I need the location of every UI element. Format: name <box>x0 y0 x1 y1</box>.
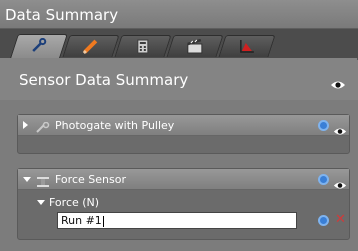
window-title: Data Summary <box>0 0 358 28</box>
page-title: Sensor Data Summary <box>19 71 189 89</box>
tab-graph[interactable] <box>218 35 276 57</box>
force-sensor-icon <box>36 173 50 192</box>
eye-icon[interactable] <box>330 75 346 89</box>
measurement-row-force[interactable]: Force (N) <box>18 194 349 212</box>
expand-arrow-icon[interactable] <box>23 121 28 129</box>
sensor-header-photogate[interactable]: Photogate with Pulley <box>18 115 349 136</box>
graph-icon <box>238 39 256 54</box>
sensor-label: Photogate with Pulley <box>55 119 175 132</box>
sensor-panel-force: Force Sensor Force (N) <box>17 168 350 240</box>
run-name-value: Run #1 <box>61 214 102 227</box>
data-summary-window: Data Summary Sensor Data Summary Photoga… <box>0 0 358 251</box>
delete-icon[interactable]: ✕ <box>335 212 346 227</box>
sensor-summary-header: Sensor Data Summary <box>0 60 358 100</box>
tab-bar <box>0 28 358 58</box>
sensor-panel-photogate: Photogate with Pulley <box>17 114 350 154</box>
wrench-icon <box>30 37 48 53</box>
collapse-arrow-icon[interactable] <box>37 200 45 205</box>
eye-icon[interactable] <box>333 175 349 189</box>
tab-clapperboard[interactable] <box>166 35 224 57</box>
eye-icon[interactable] <box>333 121 349 135</box>
gear-icon[interactable] <box>318 174 329 185</box>
tab-calculator[interactable] <box>114 35 172 57</box>
photogate-icon <box>35 119 51 138</box>
measurement-label: Force (N) <box>49 196 100 209</box>
gear-icon[interactable] <box>318 215 329 226</box>
run-name-input[interactable]: Run #1 <box>57 212 297 229</box>
gear-icon[interactable] <box>318 120 329 131</box>
sensor-label: Force Sensor <box>55 173 126 186</box>
sensor-header-force[interactable]: Force Sensor <box>18 169 349 190</box>
clapperboard-icon <box>186 38 204 54</box>
pencil-icon <box>82 39 100 55</box>
tab-pencil[interactable] <box>62 35 120 57</box>
text-cursor <box>102 215 104 227</box>
calculator-icon <box>134 39 152 54</box>
collapse-arrow-icon[interactable] <box>23 177 31 182</box>
tab-wrench[interactable] <box>10 34 68 58</box>
